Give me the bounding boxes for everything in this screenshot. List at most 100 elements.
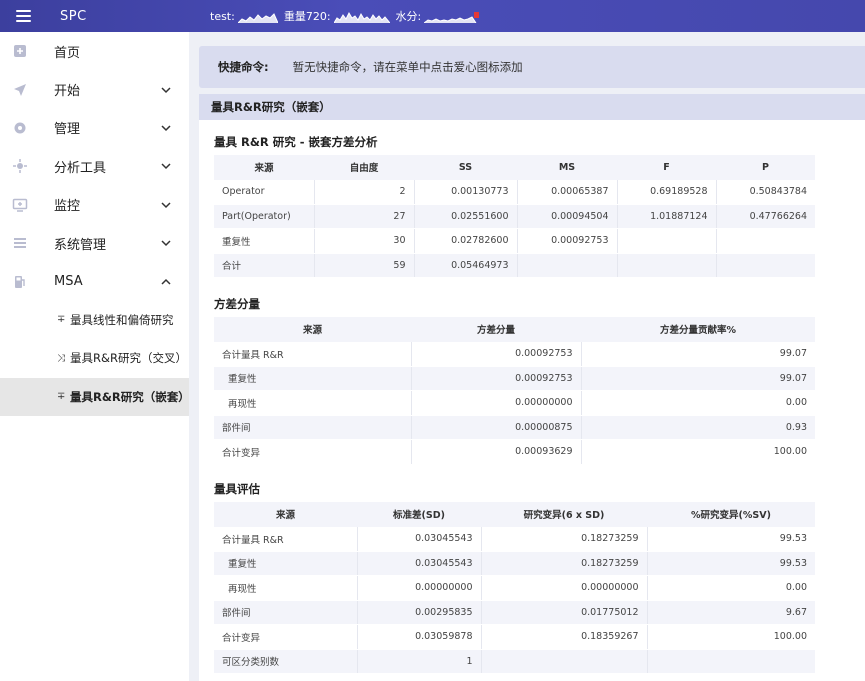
row-label: 合计变异: [214, 624, 358, 650]
cell-value: 0.02782600: [414, 228, 518, 254]
cell-value: 0.69189528: [617, 179, 717, 205]
table-row: Part(Operator) 27 0.02551600 0.00094504 1.01…: [214, 204, 815, 229]
metric-moisture[interactable]: 水分:: [396, 8, 481, 24]
table-row: 部件间 0.00000875 0.93: [214, 415, 815, 440]
cell-value: [517, 253, 618, 278]
chevron-down-icon: [161, 87, 171, 93]
cell-value: 0.00000000: [357, 575, 482, 601]
table-row: 再现性 0.00000000 0.00000000 0.00: [214, 575, 815, 601]
gauge-icon: ∓: [57, 391, 66, 403]
alert-marker: [474, 12, 480, 18]
gauge-icon: ∓: [57, 314, 66, 326]
metric-label: 水分:: [395, 10, 422, 23]
column-header: 标准差(SD): [357, 502, 481, 527]
column-header: 来源: [214, 502, 357, 527]
sidebar-subitem-rr-crossed[interactable]: ⤨ 量具R&R研究（交叉）: [0, 339, 189, 377]
sidebar-item-system-management[interactable]: 系统管理: [0, 224, 189, 262]
column-header: 研究变异(6 x SD): [481, 502, 647, 527]
main-panel: 量具R&R研究（嵌套） 量具 R&R 研究 - 嵌套方差分析 来源 自由度 SS MS…: [199, 94, 865, 681]
cell-value: 0.00000000: [481, 575, 648, 601]
cell-value: 0.93: [581, 415, 815, 440]
table-row: 合计变异 0.00093629 100.00: [214, 439, 815, 465]
sidebar: 首页 开始 管理 分析工具 监控 系统管理 MSA ∓ 量具线性和偏倚研究 ♡ …: [0, 32, 190, 681]
cell-value: 99.07: [581, 366, 815, 391]
quick-command-label: 快捷命令:: [218, 60, 269, 74]
list-icon: [14, 238, 26, 249]
cell-value: 0.00092753: [411, 341, 582, 367]
heart-icon[interactable]: ♡: [164, 313, 174, 326]
chevron-down-icon: [161, 240, 171, 247]
cell-value: 0.01775012: [481, 600, 648, 625]
cell-value: 99.53: [647, 526, 815, 552]
cell-value: 100.00: [647, 624, 815, 650]
gauge-title: 量具评估: [214, 482, 260, 496]
sidebar-item-analysis-tools[interactable]: 分析工具: [0, 147, 189, 185]
metrics-strip: test: 重量720: 水分:: [210, 0, 480, 32]
fuel-icon: [15, 275, 25, 288]
sidebar-subitem-linearity-bias[interactable]: ∓ 量具线性和偏倚研究 ♡: [0, 301, 189, 339]
table-row: 合计量具 R&R 0.00092753 99.07: [214, 341, 815, 367]
sidebar-item-manage[interactable]: 管理: [0, 109, 189, 147]
sidebar-item-label: 管理: [54, 122, 81, 138]
cell-value: 0.50843784: [716, 179, 815, 205]
sidebar-item-label: 分析工具: [54, 160, 107, 176]
column-header: SS: [414, 155, 517, 180]
chevron-down-icon: [161, 202, 171, 208]
sidebar-item-start[interactable]: 开始: [0, 70, 189, 108]
sidebar-item-home[interactable]: 首页: [0, 32, 189, 70]
sidebar-item-label: 首页: [54, 45, 81, 61]
monitor-icon: [12, 198, 28, 212]
sparkline-icon: [237, 13, 278, 23]
column-header: 来源: [214, 155, 314, 180]
row-label: 合计: [214, 253, 315, 278]
sidebar-item-msa[interactable]: MSA: [0, 262, 189, 300]
table-header-row: 来源 标准差(SD) 研究变异(6 x SD) %研究变异(%SV): [214, 502, 815, 527]
table-row: 合计量具 R&R 0.03045543 0.18273259 99.53: [214, 526, 815, 552]
cell-value: 0.03059878: [357, 624, 482, 650]
cell-value: 2: [314, 179, 415, 205]
anova-table: 来源 自由度 SS MS F P Operator 2 0.00130773 0.0006538…: [214, 155, 815, 278]
sparkline-icon: [333, 11, 390, 23]
cell-value: 0.05464973: [414, 253, 518, 278]
cell-value: 0.00000000: [411, 390, 582, 416]
column-header: 自由度: [314, 155, 414, 180]
home-icon: [14, 45, 26, 58]
sidebar-item-monitor[interactable]: 监控: [0, 186, 189, 224]
gear-icon: [14, 122, 26, 134]
row-label: 再现性: [214, 390, 412, 416]
row-label: 部件间: [214, 415, 412, 440]
sparkline-icon: [424, 12, 480, 23]
sidebar-item-label: 监控: [54, 199, 81, 215]
cell-value: 0.00065387: [517, 179, 618, 205]
gauge-evaluation-table: 来源 标准差(SD) 研究变异(6 x SD) %研究变异(%SV) 合计量具 R&R…: [214, 502, 815, 674]
column-header: 来源: [214, 317, 411, 342]
cell-value: 0.18273259: [481, 526, 648, 552]
anova-title: 量具 R&R 研究 - 嵌套方差分析: [214, 135, 378, 149]
metric-weight720[interactable]: 重量720:: [284, 8, 390, 24]
metric-test[interactable]: test:: [210, 9, 278, 23]
table-row: 合计 59 0.05464973: [214, 253, 815, 278]
cell-value: [716, 253, 815, 278]
menu-toggle-icon[interactable]: [0, 0, 46, 32]
chevron-down-icon: [161, 125, 171, 132]
cell-value: [716, 228, 815, 254]
table-row: 可区分类别数 1: [214, 649, 815, 674]
cell-value: 99.07: [581, 341, 815, 367]
chevron-down-icon: [161, 163, 171, 170]
quick-command-text: 暂无快捷命令，请在菜单中点击爱心图标添加: [292, 60, 523, 74]
send-icon: [14, 83, 26, 96]
cell-value: [481, 649, 648, 674]
cell-value: 0.00094504: [517, 204, 618, 229]
cell-value: 27: [314, 204, 415, 229]
row-label: 可区分类别数: [214, 649, 358, 674]
row-label: Operator: [214, 179, 315, 205]
sidebar-subitem-rr-nested[interactable]: ∓ 量具R&R研究（嵌套）: [0, 377, 190, 416]
cell-value: 30: [314, 228, 415, 254]
cell-value: 0.00093629: [411, 439, 582, 465]
panel-title: 量具R&R研究（嵌套）: [199, 94, 865, 120]
table-row: 重复性 0.00092753 99.07: [214, 366, 815, 391]
variance-title: 方差分量: [214, 297, 260, 311]
metric-label: test:: [210, 9, 235, 23]
top-bar: SPC test: 重量720: 水分:: [0, 0, 865, 32]
variance-table: 来源 方差分量 方差分量贡献率% 合计量具 R&R 0.00092753 99.07 重复…: [214, 317, 815, 465]
